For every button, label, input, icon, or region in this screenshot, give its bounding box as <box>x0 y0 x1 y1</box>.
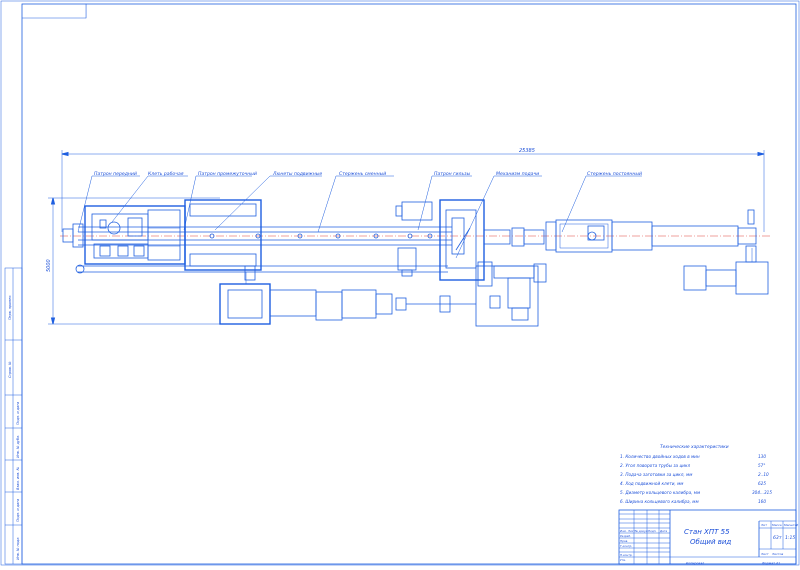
spec-value: 130 <box>758 454 766 459</box>
spec-value: 304...315 <box>752 490 772 495</box>
col-lit: Лит <box>760 523 767 527</box>
rev-header: Изм. <box>620 529 627 533</box>
role-label: Утв. <box>620 558 626 562</box>
sheet-label: Лист <box>760 552 769 556</box>
drawing-sheet: Перв. примен. Справ. № Подп. и дата Инв.… <box>0 0 800 566</box>
strip-label: Подп. и дата <box>16 499 20 522</box>
format-label: Формат А1 <box>762 562 780 566</box>
scale-value: 1:15 <box>785 535 795 541</box>
strip-label: Справ. № <box>8 361 12 378</box>
mass-value: 63т <box>773 535 782 541</box>
role-label: Т.контр. <box>620 544 632 548</box>
role-label: Пров. <box>620 539 628 543</box>
spec-value: 2..10 <box>758 472 769 477</box>
spec-label: 3. Подача заготовки за цикл, мм <box>620 472 692 477</box>
callout-front-chuck: Патрон передний <box>94 171 137 177</box>
callout-intermediate-chuck: Патрон промежуточный <box>198 171 257 177</box>
technical-drawing: Перв. примен. Справ. № Подп. и дата Инв.… <box>0 0 800 566</box>
spec-label: 4. Ход подвижной клети, мм <box>620 481 683 486</box>
spec-label: 6. Ширина кольцевого калибра, мм <box>620 499 699 504</box>
side-strip: Перв. примен. Справ. № Подп. и дата Инв.… <box>5 268 22 564</box>
rev-header: Подп. <box>648 529 657 533</box>
callout-work-stand: Клеть рабочая <box>148 171 184 177</box>
callout-permanent-rod: Стержень постоянный <box>587 171 642 177</box>
drawing-title: Стан ХПТ 55 <box>684 528 730 536</box>
sheets-label: Листов <box>771 552 783 556</box>
strip-label: Перв. примен. <box>8 295 12 320</box>
specs-title: Технические характеристики <box>660 444 729 450</box>
spec-value: 57° <box>758 463 765 468</box>
height-dimension: 5000 <box>46 198 220 324</box>
strip-label: Инв. № дубл. <box>16 435 20 458</box>
overall-dimension-value: 25385 <box>519 148 535 154</box>
strip-label: Подп. и дата <box>16 402 20 425</box>
title-block: Изм. Лист № докум. Подп. Дата Разраб. Пр… <box>619 510 798 566</box>
strip-label: Взам. инв. № <box>16 467 20 490</box>
callout-sleeve-chuck: Патрон гильзы <box>434 171 471 177</box>
mill-assembly <box>63 200 768 326</box>
spec-label: 1. Количество двойных ходов в мин <box>620 454 700 459</box>
drawing-subtitle: Общий вид <box>690 538 731 546</box>
role-label: Разраб. <box>620 534 631 538</box>
spec-value: 160 <box>758 499 766 504</box>
col-mass: Масса <box>772 523 782 527</box>
strip-label: Инв. № подл. <box>16 537 20 560</box>
copied-label: Копировал <box>686 562 704 566</box>
height-dimension-value: 5000 <box>46 259 52 272</box>
inner-frame <box>22 4 796 564</box>
specs-table: Технические характеристики 1. Количество… <box>620 444 772 504</box>
drive-unit <box>220 272 476 324</box>
callout-feed-mechanism: Механизм подачи <box>496 171 539 177</box>
spec-label: 5. Диаметр кольцевого калибра, мм <box>620 490 700 495</box>
spec-label: 2. Угол поворота трубы за цикл <box>620 463 691 468</box>
col-scale: Масштаб <box>784 523 798 527</box>
overall-dimension: 25385 <box>62 148 764 232</box>
callout-replaceable-rod: Стержень сменный <box>339 171 386 177</box>
callout-movable-steady-rests: Люнеты подвижные <box>272 171 322 177</box>
spec-value: 625 <box>758 481 766 486</box>
rev-header: № докум. <box>634 529 649 533</box>
rev-header: Дата <box>659 529 668 533</box>
role-label: Н.контр. <box>620 553 633 557</box>
